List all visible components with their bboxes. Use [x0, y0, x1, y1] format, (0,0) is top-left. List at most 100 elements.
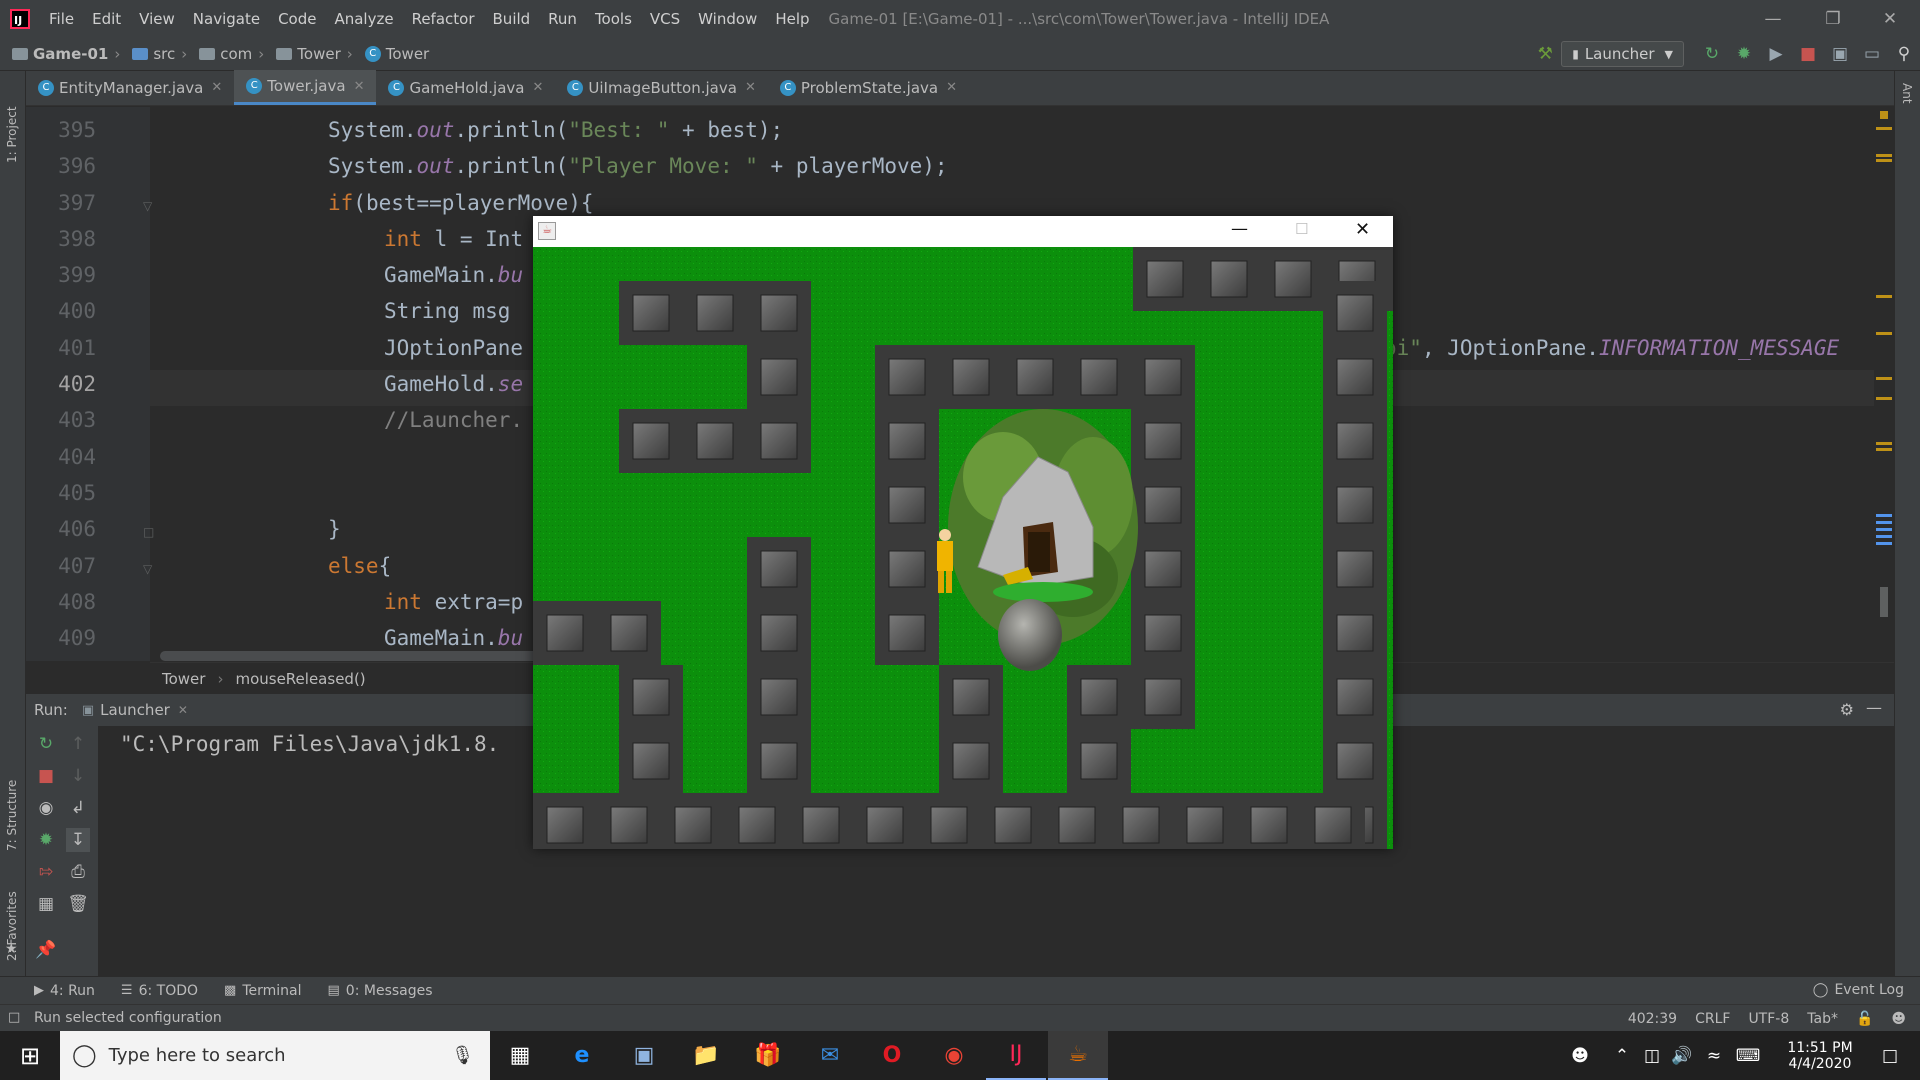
down-arrow-icon[interactable]: ↓ [66, 764, 90, 788]
panel-toggle-icon[interactable]: □ [8, 1010, 20, 1025]
indent-setting[interactable]: Tab* [1807, 1011, 1838, 1027]
task-view-icon[interactable]: ▦ [490, 1031, 550, 1080]
error-stripe[interactable] [1874, 107, 1894, 661]
close-tab-icon[interactable]: ✕ [354, 79, 365, 94]
tool-tab-todo[interactable]: ☰ 6: TODO [121, 983, 198, 999]
exit-icon[interactable]: ⇰ [34, 860, 58, 884]
battery-icon[interactable]: ◫ [1638, 1031, 1666, 1080]
rerun-icon[interactable]: ↻ [1696, 37, 1728, 71]
file-explorer-icon[interactable]: 📁 [676, 1031, 736, 1080]
layout-icon[interactable]: ▦ [34, 892, 58, 916]
close-tab-icon[interactable]: ✕ [946, 80, 957, 95]
layout-icon[interactable]: ▭ [1856, 37, 1888, 71]
menu-refactor[interactable]: Refactor [403, 10, 484, 28]
tab-tower[interactable]: C Tower.java ✕ [234, 70, 377, 105]
menu-tools[interactable]: Tools [586, 10, 641, 28]
file-encoding[interactable]: UTF-8 [1748, 1011, 1789, 1027]
settings-gear-icon[interactable]: ⚙ [1840, 700, 1854, 719]
project-tool-button[interactable]: 1: Project [5, 83, 19, 163]
menu-window[interactable]: Window [689, 10, 766, 28]
chrome-icon[interactable]: ◉ [924, 1031, 984, 1080]
close-tab-icon[interactable]: ✕ [211, 80, 222, 95]
windows-start-icon[interactable]: ⊞ [0, 1031, 60, 1080]
java-icon[interactable]: ☕ [1048, 1031, 1108, 1080]
print-icon[interactable]: ⎙ [66, 860, 90, 884]
clock[interactable]: 11:51 PM 4/4/2020 [1770, 1031, 1870, 1080]
stop-icon[interactable]: ■ [1792, 37, 1824, 71]
lock-icon[interactable]: 🔓 [1856, 1011, 1873, 1027]
ant-tool-button[interactable]: Ant [1900, 83, 1914, 123]
camera-icon[interactable]: ◉ [34, 796, 58, 820]
warning-indicator-icon[interactable] [1880, 111, 1888, 119]
menu-vcs[interactable]: VCS [641, 10, 689, 28]
tool-tab-terminal[interactable]: ▩ Terminal [224, 983, 301, 999]
tab-gamehold[interactable]: C GameHold.java ✕ [376, 70, 555, 105]
tab-uiimagebutton[interactable]: C UiImageButton.java ✕ [555, 70, 767, 105]
tab-entitymanager[interactable]: C EntityManager.java ✕ [26, 70, 234, 105]
game-window[interactable]: ☕ — ☐ ✕ [533, 216, 1393, 849]
crumb-project[interactable]: Game-01 › [12, 45, 126, 63]
menu-build[interactable]: Build [484, 10, 540, 28]
tab-problemstate[interactable]: C ProblemState.java ✕ [768, 70, 969, 105]
event-log-button[interactable]: ◯ Event Log [1813, 982, 1904, 998]
store-icon[interactable]: ▣ [614, 1031, 674, 1080]
minimize-panel-icon[interactable]: — [1866, 698, 1882, 717]
pin-icon[interactable]: 📌 [34, 938, 58, 962]
debug-icon[interactable]: ✹ [1728, 37, 1760, 71]
menu-file[interactable]: File [40, 10, 83, 28]
breadcrumb-method[interactable]: mouseReleased() [235, 670, 365, 688]
menu-help[interactable]: Help [766, 10, 818, 28]
tool-tab-run[interactable]: ▶ 4: Run [34, 983, 95, 999]
search-icon[interactable]: ⚲ [1888, 37, 1920, 71]
menu-navigate[interactable]: Navigate [184, 10, 269, 28]
scrollbar-thumb[interactable] [1880, 587, 1888, 617]
close-tab-icon[interactable]: ✕ [532, 80, 543, 95]
menu-view[interactable]: View [130, 10, 184, 28]
minimize-icon[interactable]: — [1231, 219, 1248, 239]
stop-icon[interactable]: ■ [34, 764, 58, 788]
close-tab-icon[interactable]: ✕ [745, 80, 756, 95]
menu-run[interactable]: Run [539, 10, 586, 28]
people-icon[interactable]: ☻ [1562, 1031, 1598, 1080]
close-icon[interactable]: ✕ [1862, 0, 1918, 37]
restore-icon[interactable]: ❐ [1805, 0, 1861, 37]
caret-position[interactable]: 402:39 [1628, 1011, 1677, 1027]
minimize-icon[interactable]: — [1745, 0, 1801, 37]
crumb-com[interactable]: com › [199, 45, 270, 63]
menu-edit[interactable]: Edit [83, 10, 130, 28]
project-structure-icon[interactable]: ▣ [1824, 37, 1856, 71]
game-canvas[interactable] [533, 247, 1393, 849]
breadcrumb-class[interactable]: Tower [162, 670, 205, 688]
run-configuration-select[interactable]: ▮ Launcher ▼ [1561, 41, 1684, 67]
crumb-tower-package[interactable]: Tower › [276, 45, 358, 63]
line-separator[interactable]: CRLF [1695, 1011, 1730, 1027]
close-icon[interactable]: ✕ [1355, 219, 1370, 240]
microphone-icon[interactable]: 🎙 [451, 1045, 474, 1066]
trash-icon[interactable]: 🗑 [66, 892, 90, 916]
build-hammer-icon[interactable]: ⚒ [1529, 37, 1561, 71]
intellij-icon[interactable]: IJ [986, 1031, 1046, 1080]
gift-app-icon[interactable]: 🎁 [738, 1031, 798, 1080]
close-tab-icon[interactable]: ✕ [178, 703, 188, 717]
coverage-icon[interactable]: ▶ [1760, 37, 1792, 71]
edge-icon[interactable]: e [552, 1031, 612, 1080]
taskbar-search-box[interactable]: ◯ Type here to search 🎙 [60, 1031, 490, 1080]
structure-tool-button[interactable]: 7: Structure [5, 761, 19, 851]
volume-icon[interactable]: 🔊 [1668, 1031, 1696, 1080]
soft-wrap-icon[interactable]: ↲ [66, 796, 90, 820]
maximize-icon[interactable]: ☐ [1295, 220, 1308, 238]
debug-icon[interactable]: ✹ [34, 828, 58, 852]
mail-icon[interactable]: ✉ [800, 1031, 860, 1080]
show-hidden-icons[interactable]: ⌃ [1608, 1031, 1636, 1080]
up-arrow-icon[interactable]: ↑ [66, 732, 90, 756]
rerun-icon[interactable]: ↻ [34, 732, 58, 756]
crumb-tower-class[interactable]: C Tower [364, 45, 429, 63]
keyboard-icon[interactable]: ⌨ [1732, 1031, 1764, 1080]
opera-icon[interactable]: O [862, 1031, 922, 1080]
wifi-icon[interactable]: ≈ [1700, 1031, 1728, 1080]
tool-tab-messages[interactable]: ▤ 0: Messages [328, 983, 433, 999]
scroll-to-end-icon[interactable]: ↧ [66, 828, 90, 852]
menu-code[interactable]: Code [269, 10, 325, 28]
menu-analyze[interactable]: Analyze [325, 10, 402, 28]
game-window-titlebar[interactable]: ☕ — ☐ ✕ [533, 216, 1393, 247]
